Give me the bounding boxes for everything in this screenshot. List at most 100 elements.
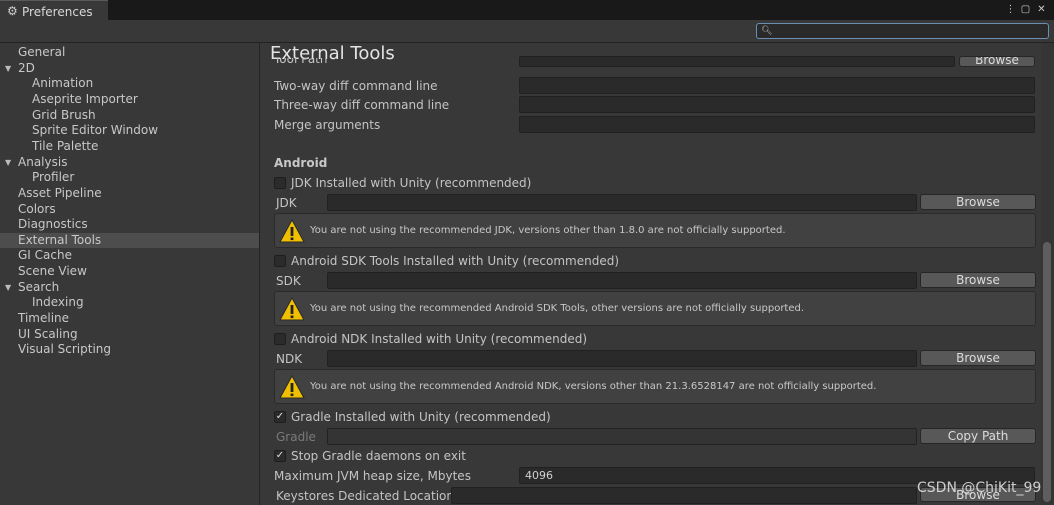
stop-gradle-label: Stop Gradle daemons on exit: [291, 449, 466, 463]
sidebar-item-profiler[interactable]: Profiler: [0, 170, 259, 185]
search-input[interactable]: [773, 24, 1043, 38]
jdk-warning-box: You are not using the recommended JDK, v…: [274, 213, 1036, 248]
android-section-header: Android: [274, 156, 328, 170]
watermark: CSDN @ChiKit_99: [917, 480, 1042, 496]
expand-arrow-icon[interactable]: ▼: [5, 155, 11, 170]
sidebar-item-label: External Tools: [18, 232, 102, 247]
sidebar-item-search[interactable]: ▼ Search: [0, 280, 259, 295]
preferences-tab[interactable]: ⚙ Preferences: [0, 0, 108, 22]
ndk-browse-button[interactable]: Browse: [920, 350, 1036, 366]
sidebar-item-colors[interactable]: Colors: [0, 202, 259, 217]
sdk-warning-text: You are not using the recommended Androi…: [310, 303, 805, 314]
gear-icon: ⚙: [7, 4, 18, 18]
jvm-heap-label: Maximum JVM heap size, Mbytes: [274, 469, 471, 483]
ndk-path-field[interactable]: [327, 350, 917, 367]
sidebar-item-scene-view[interactable]: Scene View: [0, 264, 259, 279]
ndk-checkbox-label: Android NDK Installed with Unity (recomm…: [291, 332, 588, 346]
close-icon[interactable]: ✕: [1036, 4, 1047, 15]
sidebar-item-general[interactable]: General: [0, 45, 259, 60]
jdk-browse-button[interactable]: Browse: [920, 194, 1036, 210]
sdk-warning-box: You are not using the recommended Androi…: [274, 291, 1036, 326]
sidebar-item-label: Colors: [18, 201, 56, 216]
sdk-browse-button[interactable]: Browse: [920, 272, 1036, 288]
sdk-checkbox-label: Android SDK Tools Installed with Unity (…: [291, 254, 620, 268]
search-icon: 🔍︎: [761, 26, 773, 36]
search-box[interactable]: 🔍︎: [756, 23, 1049, 39]
sidebar-item-label: Scene View: [18, 264, 87, 279]
sidebar-item-label: Sprite Editor Window: [32, 123, 159, 138]
sidebar-item-indexing[interactable]: Indexing: [0, 295, 259, 310]
keystores-label: Keystores Dedicated Location: [276, 489, 454, 503]
sidebar-item-label: UI Scaling: [18, 326, 78, 341]
sidebar: General ▼ 2D Animation Aseprite Importer Grid…: [0, 43, 260, 505]
sidebar-item-ui-scaling[interactable]: UI Scaling: [0, 327, 259, 342]
jdk-checkbox[interactable]: [274, 177, 286, 189]
sidebar-item-external-tools[interactable]: External Tools: [0, 232, 259, 248]
gradle-copy-path-button[interactable]: Copy Path: [920, 428, 1036, 444]
sdk-checkbox[interactable]: [274, 255, 286, 267]
sidebar-item-label: Grid Brush: [32, 107, 96, 122]
warning-icon: [279, 296, 305, 321]
jdk-path-field[interactable]: [327, 194, 917, 211]
sdk-label: SDK: [276, 274, 301, 288]
maximize-icon[interactable]: ▢: [1020, 4, 1031, 15]
sidebar-item-label: Diagnostics: [18, 217, 88, 232]
title-bar: [0, 0, 1054, 20]
sidebar-item-analysis[interactable]: ▼ Analysis: [0, 155, 259, 170]
sidebar-item-visual-scripting[interactable]: Visual Scripting: [0, 342, 259, 357]
ndk-warning-text: You are not using the recommended Androi…: [310, 381, 877, 392]
sidebar-item-aseprite-importer[interactable]: Aseprite Importer: [0, 92, 259, 107]
sidebar-item-label: Timeline: [18, 311, 70, 326]
merge-arguments-field[interactable]: [519, 116, 1035, 133]
sidebar-item-label: Asset Pipeline: [18, 185, 102, 200]
sidebar-item-label: 2D: [18, 60, 35, 75]
sidebar-item-label: Animation: [32, 76, 94, 91]
sidebar-item-label: Search: [18, 279, 60, 294]
sidebar-item-animation[interactable]: Animation: [0, 76, 259, 91]
sidebar-item-grid-brush[interactable]: Grid Brush: [0, 108, 259, 123]
ndk-checkbox[interactable]: [274, 333, 286, 345]
sidebar-item-gi-cache[interactable]: GI Cache: [0, 248, 259, 263]
sidebar-item-tile-palette[interactable]: Tile Palette: [0, 139, 259, 154]
sidebar-item-2d[interactable]: ▼ 2D: [0, 61, 259, 76]
three-way-diff-field[interactable]: [519, 96, 1035, 113]
warning-icon: [279, 218, 305, 243]
merge-arguments-label: Merge arguments: [274, 118, 381, 132]
sidebar-item-label: General: [18, 45, 66, 59]
two-way-diff-field[interactable]: [519, 77, 1035, 94]
sidebar-item-diagnostics[interactable]: Diagnostics: [0, 217, 259, 232]
jdk-warning-text: You are not using the recommended JDK, v…: [310, 225, 786, 236]
sidebar-item-asset-pipeline[interactable]: Asset Pipeline: [0, 186, 259, 201]
sidebar-item-label: Profiler: [32, 170, 75, 185]
sidebar-item-sprite-editor-window[interactable]: Sprite Editor Window: [0, 123, 259, 138]
expand-arrow-icon[interactable]: ▼: [5, 280, 11, 295]
gradle-path-field: [327, 428, 917, 445]
sidebar-item-label: Indexing: [32, 295, 84, 310]
warning-icon: [279, 374, 305, 399]
sidebar-item-label: Analysis: [18, 154, 68, 169]
tool-path-label: Tool Path: [274, 58, 328, 66]
ndk-warning-box: You are not using the recommended Androi…: [274, 369, 1036, 404]
jdk-checkbox-label: JDK Installed with Unity (recommended): [291, 176, 532, 190]
ndk-label: NDK: [276, 352, 303, 366]
sidebar-item-label: Visual Scripting: [18, 342, 111, 357]
keystores-path-field[interactable]: [451, 487, 917, 504]
tool-path-field[interactable]: [519, 56, 955, 67]
two-way-diff-label: Two-way diff command line: [274, 79, 438, 93]
gradle-label: Gradle: [276, 430, 316, 444]
more-options-icon[interactable]: ⋮: [1005, 4, 1016, 15]
sidebar-item-label: Tile Palette: [32, 138, 99, 153]
scrollbar-thumb[interactable]: [1043, 242, 1051, 502]
stop-gradle-checkbox[interactable]: ✓: [274, 450, 286, 462]
expand-arrow-icon[interactable]: ▼: [5, 61, 11, 76]
browse-tool-path-button[interactable]: Browse: [959, 56, 1035, 67]
gradle-checkbox[interactable]: ✓: [274, 411, 286, 423]
sidebar-item-label: Aseprite Importer: [32, 91, 138, 106]
sdk-path-field[interactable]: [327, 272, 917, 289]
sidebar-item-timeline[interactable]: Timeline: [0, 311, 259, 326]
gradle-checkbox-label: Gradle Installed with Unity (recommended…: [291, 410, 551, 424]
sidebar-item-label: GI Cache: [18, 248, 72, 263]
three-way-diff-label: Three-way diff command line: [274, 98, 450, 112]
jdk-label: JDK: [276, 196, 297, 210]
settings-panel: External Tools Tool Path Browse Two-way …: [261, 43, 1054, 505]
